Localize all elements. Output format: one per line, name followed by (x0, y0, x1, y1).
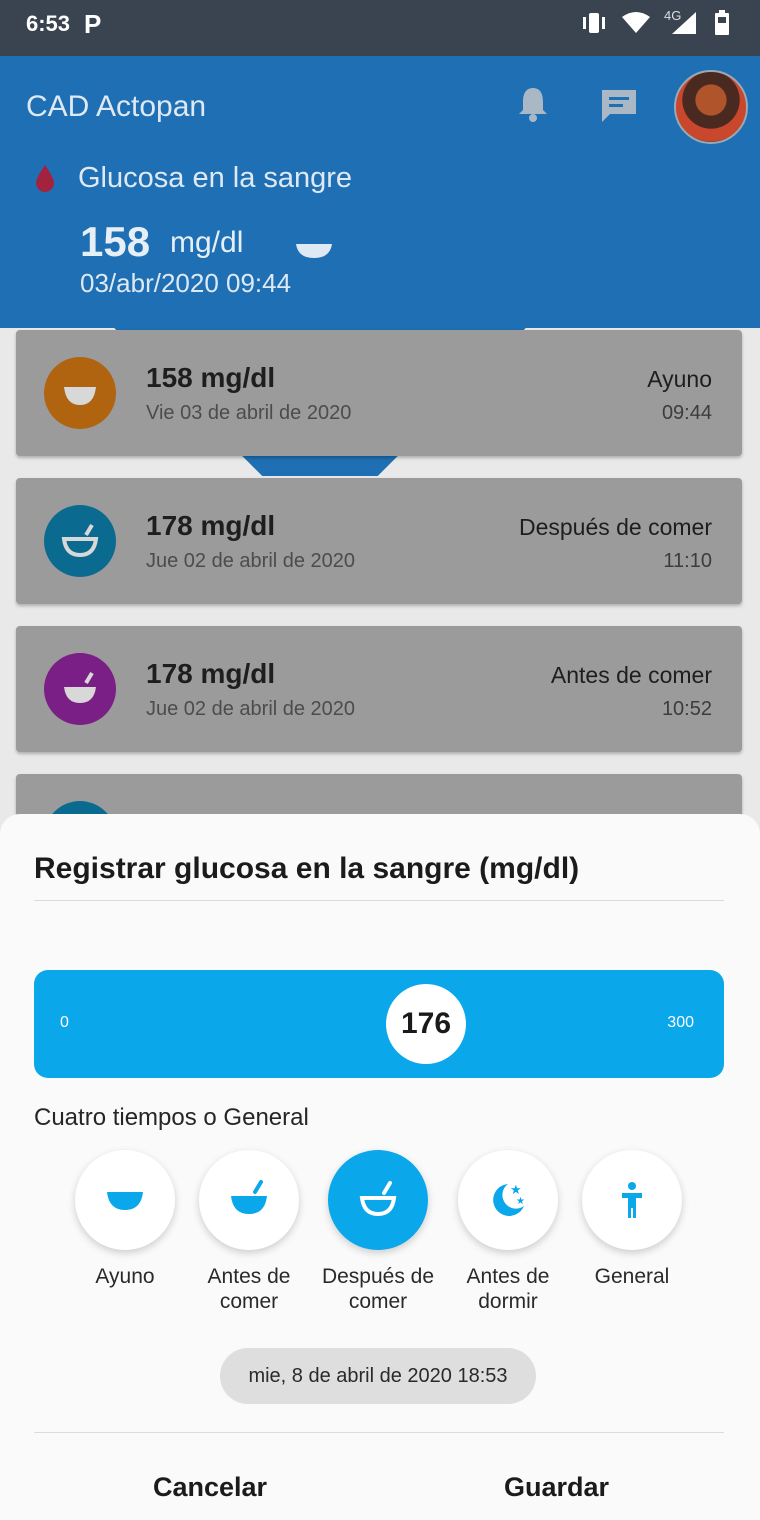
parking-app-icon: P (84, 9, 102, 39)
app-title: CAD Actopan (26, 90, 207, 123)
record-type: Ayuno (647, 366, 712, 392)
option-circle[interactable]: ★ ★ (458, 1150, 558, 1250)
record-type-icon (44, 357, 116, 429)
status-icons: 4G (580, 8, 730, 41)
option-antes-de-comer[interactable]: Antes de comer (179, 1150, 319, 1314)
bowl-icon (296, 242, 332, 260)
latest-glucose-value: 158 (80, 218, 151, 265)
datetime-picker[interactable]: mie, 8 de abril de 2020 18:53 (220, 1348, 536, 1404)
record-time: 10:52 (661, 698, 712, 720)
option-ayuno[interactable]: Ayuno (55, 1150, 195, 1289)
option-circle[interactable] (199, 1150, 299, 1250)
divider (34, 900, 724, 901)
vibrate-icon (580, 11, 608, 40)
slider-thumb[interactable]: 176 (386, 984, 466, 1064)
record-value: 178 mg/dl (146, 658, 276, 689)
latest-glucose-unit: mg/dl (170, 226, 244, 259)
svg-text:★: ★ (516, 1196, 525, 1207)
record-time: 11:10 (663, 550, 712, 572)
bell-icon[interactable] (516, 86, 550, 122)
record-date: Vie 03 de abril de 2020 (146, 402, 352, 424)
record-value: 178 mg/dl (146, 510, 276, 541)
option-despues-de-comer[interactable]: Después de comer (308, 1150, 448, 1314)
glucose-label: Glucosa en la sangre (78, 162, 353, 194)
option-label: Antes de dormir (466, 1265, 550, 1313)
slider-max-label: 300 (667, 1014, 694, 1031)
divider (34, 1432, 724, 1433)
option-label: General (594, 1265, 670, 1288)
status-time: 6:53 (26, 11, 71, 36)
record-card[interactable]: 158 mg/dl Vie 03 de abril de 2020 Ayuno … (16, 330, 742, 456)
option-label: Después de comer (321, 1265, 435, 1313)
network-type: 4G (664, 8, 682, 23)
cancel-button[interactable]: Cancelar (153, 1472, 267, 1503)
measurement-type-options: Ayuno Antes de comer Después de comer ★ ★ A… (0, 1150, 760, 1330)
option-circle[interactable] (582, 1150, 682, 1250)
record-type: Antes de comer (550, 662, 712, 688)
record-date: Jue 02 de abril de 2020 (146, 698, 356, 720)
glucose-slider[interactable]: 0 300 176 (34, 970, 724, 1078)
record-type-icon (44, 505, 116, 577)
record-date: Jue 02 de abril de 2020 (146, 550, 356, 572)
record-time: 09:44 (661, 402, 712, 424)
wifi-icon (622, 11, 650, 40)
blood-drop-icon (34, 164, 56, 192)
record-type-icon (44, 653, 116, 725)
option-label: Ayuno (95, 1265, 155, 1288)
signal-icon: 4G (664, 8, 700, 41)
battery-icon (714, 10, 730, 41)
record-card[interactable]: 178 mg/dl Jue 02 de abril de 2020 Antes … (16, 626, 742, 752)
record-value: 158 mg/dl (146, 362, 276, 393)
status-bar: 6:53 P 4G (0, 0, 760, 56)
save-button[interactable]: Guardar (504, 1472, 609, 1503)
section-label: Cuatro tiempos o General (34, 1104, 309, 1131)
slider-min-label: 0 (60, 1014, 69, 1031)
option-general[interactable]: General (562, 1150, 702, 1289)
record-card[interactable]: 178 mg/dl Jue 02 de abril de 2020 Despué… (16, 478, 742, 604)
chat-icon[interactable] (600, 88, 638, 124)
option-antes-de-dormir[interactable]: ★ ★ Antes de dormir (438, 1150, 578, 1314)
sheet-title: Registrar glucosa en la sangre (mg/dl) (34, 852, 580, 885)
record-type: Después de comer (518, 514, 712, 540)
bottom-sheet: Registrar glucosa en la sangre (mg/dl) 0… (0, 814, 760, 1520)
option-label: Antes de comer (207, 1265, 291, 1313)
option-circle-selected[interactable] (328, 1150, 428, 1250)
avatar[interactable] (674, 70, 748, 144)
option-circle[interactable] (75, 1150, 175, 1250)
latest-glucose-datetime: 03/abr/2020 09:44 (80, 268, 292, 298)
